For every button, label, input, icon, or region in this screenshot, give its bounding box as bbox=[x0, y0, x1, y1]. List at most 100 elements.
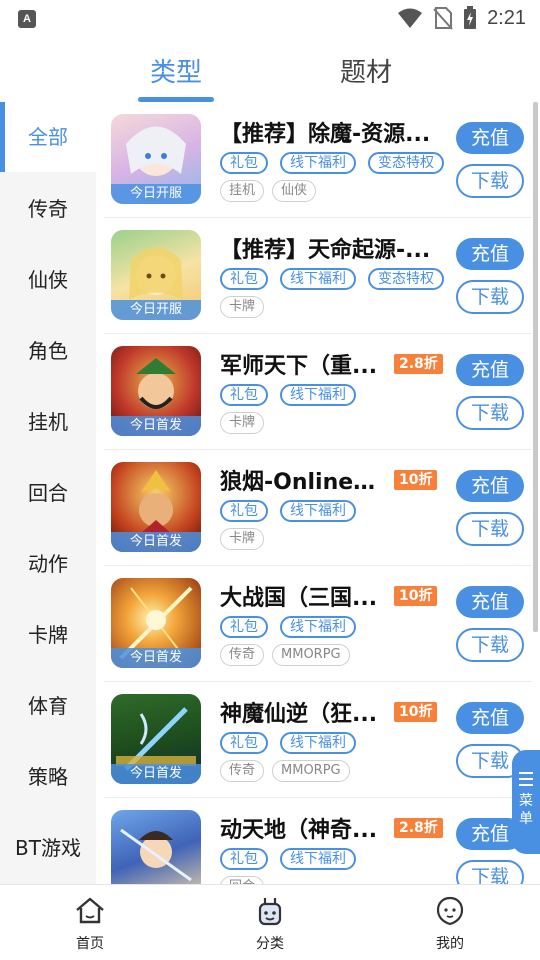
tag-gift: 礼包 bbox=[220, 732, 268, 754]
game-title[interactable]: 军师天下（重... bbox=[220, 348, 382, 380]
game-row[interactable]: 今日开服 【推荐】天命起源-... 礼包 线下福利 变态特权 卡牌 充值 下载 bbox=[96, 218, 540, 334]
sidebar-item-legend[interactable]: 传奇 bbox=[0, 174, 96, 244]
sidebar-item-sports[interactable]: 体育 bbox=[0, 671, 96, 741]
download-button[interactable]: 下载 bbox=[456, 280, 524, 314]
status-bar: A 2:21 bbox=[0, 0, 540, 36]
sidebar-item-turn-based[interactable]: 回合 bbox=[0, 458, 96, 528]
game-list[interactable]: 今日开服 【推荐】除魔-资源... 礼包 线下福利 变态特权 挂机 仙侠 充值 … bbox=[96, 102, 540, 884]
nav-category[interactable]: 分类 bbox=[220, 885, 320, 960]
active-indicator bbox=[0, 102, 5, 172]
charge-button[interactable]: 充值 bbox=[456, 702, 524, 734]
category-tag: 传奇 bbox=[220, 644, 265, 666]
game-thumbnail[interactable]: 今日开服 bbox=[111, 230, 201, 320]
tag-offline-benefit: 线下福利 bbox=[280, 616, 356, 638]
sidebar-item-card[interactable]: 卡牌 bbox=[0, 600, 96, 670]
category-tag: 回合 bbox=[220, 876, 265, 884]
game-row[interactable]: 今日首发 狼烟-Online（... 10折 礼包 线下福利 卡牌 充值 下载 bbox=[96, 450, 540, 566]
tag-gift: 礼包 bbox=[220, 500, 268, 522]
tag-privilege: 变态特权 bbox=[368, 152, 444, 174]
charge-button[interactable]: 充值 bbox=[456, 586, 524, 618]
game-thumbnail[interactable] bbox=[111, 810, 201, 884]
game-title[interactable]: 动天地（神奇... bbox=[220, 812, 382, 844]
sidebar-item-xianxia[interactable]: 仙侠 bbox=[0, 245, 96, 315]
game-thumbnail[interactable]: 今日首发 bbox=[111, 346, 201, 436]
game-title[interactable]: 狼烟-Online（... bbox=[220, 464, 382, 496]
tag-gift: 礼包 bbox=[220, 616, 268, 638]
download-button[interactable]: 下载 bbox=[456, 164, 524, 198]
sidebar-item-label: 体育 bbox=[28, 694, 68, 718]
tag-offline-benefit: 线下福利 bbox=[280, 152, 356, 174]
game-row[interactable]: 今日首发 神魔仙逆（狂... 10折 礼包 线下福利 传奇 MMORPG 充值 … bbox=[96, 682, 540, 798]
tag-privilege: 变态特权 bbox=[368, 268, 444, 290]
sidebar-item-label: 回合 bbox=[28, 481, 68, 505]
tab-theme[interactable]: 题材 bbox=[340, 52, 392, 89]
discount-badge: 10折 bbox=[394, 470, 438, 490]
discount-badge: 2.8折 bbox=[394, 354, 443, 374]
discount-badge: 10折 bbox=[394, 702, 438, 722]
game-row[interactable]: 今日首发 大战国（三国... 10折 礼包 线下福利 传奇 MMORPG 充值 … bbox=[96, 566, 540, 682]
sidebar-item-label: 仙侠 bbox=[28, 268, 68, 292]
game-thumbnail[interactable]: 今日首发 bbox=[111, 694, 201, 784]
charge-button[interactable]: 充值 bbox=[456, 354, 524, 386]
tag-gift: 礼包 bbox=[220, 268, 268, 290]
thumbnail-badge: 今日开服 bbox=[111, 300, 201, 320]
category-tag: 挂机 bbox=[220, 180, 265, 202]
download-button[interactable]: 下载 bbox=[456, 512, 524, 546]
sidebar-item-label: 角色 bbox=[28, 339, 68, 363]
game-title[interactable]: 大战国（三国... bbox=[220, 580, 382, 612]
sidebar-item-all[interactable]: 全部 bbox=[0, 102, 96, 172]
sidebar-item-label: 策略 bbox=[28, 765, 68, 789]
category-tag: 卡牌 bbox=[220, 528, 265, 550]
sidebar-item-role[interactable]: 角色 bbox=[0, 316, 96, 386]
sidebar-item-bt-games[interactable]: BT游戏 bbox=[0, 813, 96, 883]
charge-button[interactable]: 充值 bbox=[456, 122, 524, 154]
category-tag: MMORPG bbox=[272, 644, 350, 666]
nav-home[interactable]: 首页 bbox=[40, 885, 140, 960]
category-sidebar: 全部 传奇 仙侠 角色 挂机 回合 动作 卡牌 体育 策略 BT游戏 bbox=[0, 102, 96, 884]
thumbnail-badge: 今日首发 bbox=[111, 648, 201, 668]
menu-list-icon bbox=[519, 772, 533, 786]
bottom-nav: 首页 分类 我的 bbox=[0, 884, 540, 960]
sidebar-item-strategy[interactable]: 策略 bbox=[0, 742, 96, 812]
category-tag: 卡牌 bbox=[220, 412, 265, 434]
list-scrollbar[interactable] bbox=[533, 102, 538, 632]
nav-profile[interactable]: 我的 bbox=[400, 885, 500, 960]
game-title[interactable]: 神魔仙逆（狂... bbox=[220, 696, 382, 728]
sidebar-item-label: 挂机 bbox=[28, 410, 68, 434]
game-row[interactable]: 今日开服 【推荐】除魔-资源... 礼包 线下福利 变态特权 挂机 仙侠 充值 … bbox=[96, 102, 540, 218]
game-thumbnail[interactable]: 今日开服 bbox=[111, 114, 201, 204]
game-title[interactable]: 【推荐】除魔-资源... bbox=[220, 116, 444, 148]
tag-offline-benefit: 线下福利 bbox=[280, 268, 356, 290]
tab-type[interactable]: 类型 bbox=[150, 52, 202, 89]
tag-offline-benefit: 线下福利 bbox=[280, 384, 356, 406]
game-thumbnail[interactable]: 今日首发 bbox=[111, 578, 201, 668]
sidebar-item-label: 全部 bbox=[28, 125, 68, 149]
sidebar-item-label: 动作 bbox=[28, 552, 68, 576]
download-button[interactable]: 下载 bbox=[456, 396, 524, 430]
nav-label: 首页 bbox=[76, 936, 104, 952]
battery-charging-icon bbox=[464, 6, 477, 29]
floating-menu-button[interactable]: 菜单 bbox=[512, 750, 540, 854]
game-title[interactable]: 【推荐】天命起源-... bbox=[220, 232, 444, 264]
category-tag: MMORPG bbox=[272, 760, 350, 782]
download-button[interactable]: 下载 bbox=[456, 628, 524, 662]
charge-button[interactable]: 充值 bbox=[456, 238, 524, 270]
no-sim-icon bbox=[433, 7, 453, 30]
game-row[interactable]: 今日首发 军师天下（重... 2.8折 礼包 线下福利 卡牌 充值 下载 bbox=[96, 334, 540, 450]
download-button[interactable]: 下载 bbox=[456, 860, 524, 884]
top-tabs: 类型 题材 bbox=[0, 44, 540, 102]
game-art bbox=[120, 828, 192, 882]
sidebar-item-action[interactable]: 动作 bbox=[0, 529, 96, 599]
category-icon bbox=[258, 898, 282, 926]
game-row[interactable]: 动天地（神奇... 2.8折 礼包 线下福利 回合 充值 下载 bbox=[96, 798, 540, 884]
charge-button[interactable]: 充值 bbox=[456, 470, 524, 502]
floating-menu-label: 菜单 bbox=[519, 793, 533, 827]
discount-badge: 2.8折 bbox=[394, 818, 443, 838]
discount-badge: 10折 bbox=[394, 586, 438, 606]
sidebar-item-label: 传奇 bbox=[28, 197, 68, 221]
game-thumbnail[interactable]: 今日首发 bbox=[111, 462, 201, 552]
notification-icon: A bbox=[18, 10, 36, 28]
clock: 2:21 bbox=[487, 6, 526, 29]
profile-icon bbox=[436, 896, 464, 926]
sidebar-item-idle[interactable]: 挂机 bbox=[0, 387, 96, 457]
